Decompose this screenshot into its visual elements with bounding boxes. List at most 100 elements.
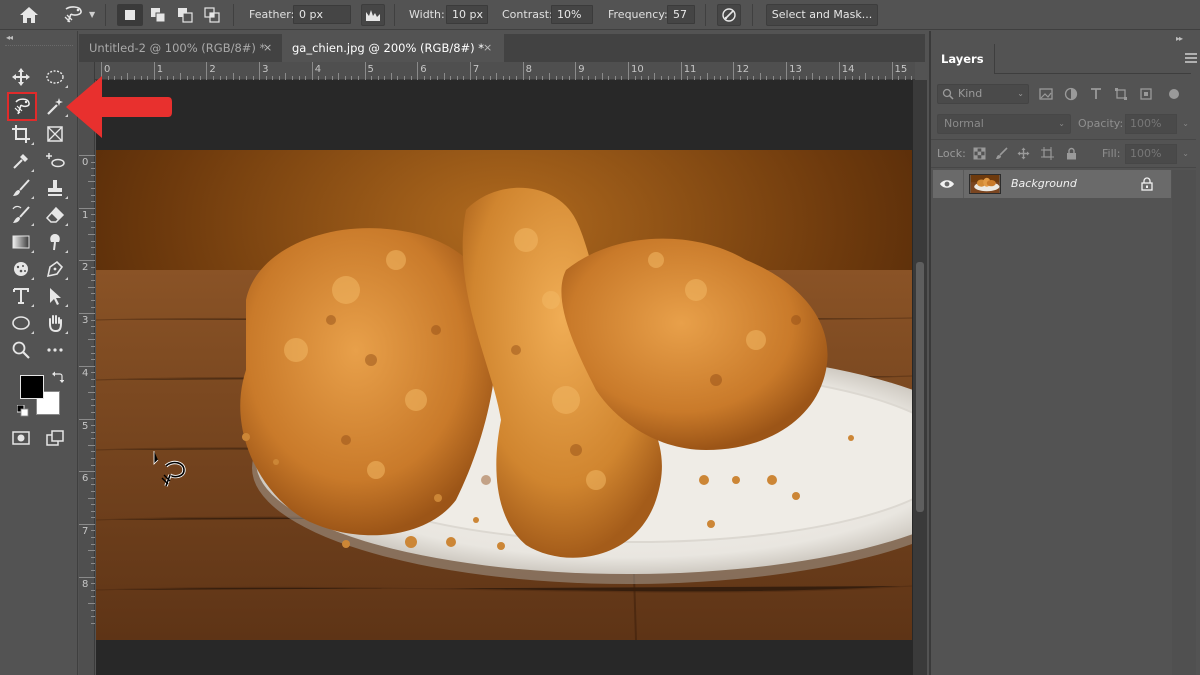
- ruler-subtick: [443, 73, 445, 80]
- horizontal-ruler[interactable]: 0 1 2 3 4 5 6 7 8 9 10 11 12 13 14 15: [95, 62, 915, 80]
- tab-untitled-2[interactable]: Untitled-2 @ 100% (RGB/8#) *: [79, 34, 281, 62]
- hand-tool-icon[interactable]: [42, 311, 68, 335]
- ruler-subtick: [496, 73, 498, 80]
- ruler-subtick: [707, 73, 709, 80]
- screen-mode-icon[interactable]: [42, 426, 68, 450]
- ruler-subtick: [91, 174, 95, 176]
- ruler-subtick: [390, 73, 392, 80]
- swap-colors-icon[interactable]: [52, 371, 65, 383]
- magnetic-lasso-tool-preset-icon[interactable]: [60, 4, 86, 26]
- smudge-tool-icon[interactable]: [42, 230, 68, 254]
- intersect-selection-button[interactable]: [199, 4, 225, 26]
- filter-kind-select[interactable]: Kind ⌄: [937, 84, 1029, 104]
- ruler-tick: [522, 62, 524, 80]
- ruler-subtick: [91, 543, 95, 545]
- pixel-layer-filter-icon[interactable]: [1038, 86, 1054, 102]
- ruler-label: 13: [789, 64, 802, 75]
- magnetic-lasso-tool-icon[interactable]: [7, 92, 37, 121]
- ruler-subtick: [88, 497, 95, 499]
- clone-stamp-tool-icon[interactable]: [42, 176, 68, 200]
- zoom-tool-icon[interactable]: [8, 338, 34, 362]
- ruler-subtick: [91, 517, 95, 519]
- annotation-arrow-icon: [66, 76, 172, 138]
- ruler-tick: [206, 62, 208, 80]
- ruler-label: 4: [314, 64, 322, 75]
- ellipse-tool-icon[interactable]: [8, 311, 34, 335]
- frequency-input[interactable]: 57: [667, 5, 695, 24]
- document-tab-bar: Untitled-2 @ 100% (RGB/8#) * × ga_chien.…: [79, 34, 925, 62]
- adjustment-layer-filter-icon[interactable]: [1063, 86, 1079, 102]
- layers-scrollbar[interactable]: [1172, 170, 1196, 675]
- ruler-label: 1: [82, 209, 89, 221]
- shape-layer-filter-icon[interactable]: [1113, 86, 1129, 102]
- blend-mode-select[interactable]: Normal ⌄: [937, 114, 1071, 134]
- foreground-color-swatch[interactable]: [20, 375, 44, 399]
- path-selection-tool-icon[interactable]: [42, 284, 68, 308]
- stylus-pressure-icon[interactable]: [717, 4, 741, 26]
- layer-row-background[interactable]: Background: [933, 170, 1171, 198]
- tab-ga-chien[interactable]: ga_chien.jpg @ 200% (RGB/8#) *: [282, 34, 504, 62]
- crop-tool-icon[interactable]: [8, 122, 34, 146]
- fried-chicken-photo[interactable]: [96, 150, 912, 640]
- gradient-tool-icon[interactable]: [8, 230, 34, 254]
- ruler-tick: [364, 62, 366, 80]
- edge-detection-icon[interactable]: [361, 4, 385, 26]
- type-layer-filter-icon[interactable]: [1088, 86, 1104, 102]
- contrast-input[interactable]: 10%: [551, 5, 593, 24]
- ruler-subtick: [91, 556, 95, 558]
- sponge-tool-icon[interactable]: [8, 257, 34, 281]
- ruler-subtick: [91, 451, 95, 453]
- collapse-panel-icon[interactable]: ◂◂: [6, 33, 13, 42]
- lock-position-icon[interactable]: [1015, 145, 1031, 161]
- ruler-subtick: [91, 168, 95, 170]
- lock-all-icon[interactable]: [1063, 145, 1079, 161]
- eraser-tool-icon[interactable]: [42, 203, 68, 227]
- feather-input[interactable]: 0 px: [293, 5, 351, 24]
- chevron-down-icon[interactable]: ▼: [89, 10, 95, 19]
- more-tools-icon[interactable]: [42, 338, 68, 362]
- brush-tool-icon[interactable]: [8, 176, 34, 200]
- ruler-subtick: [91, 490, 95, 492]
- quick-mask-icon[interactable]: [8, 426, 34, 450]
- smart-object-filter-icon[interactable]: [1138, 86, 1154, 102]
- width-input[interactable]: 10 px: [446, 5, 488, 24]
- close-tab-icon[interactable]: ×: [483, 34, 492, 62]
- lock-icon[interactable]: [1141, 177, 1153, 191]
- ruler-tick: [417, 62, 419, 80]
- lock-artboard-icon[interactable]: [1039, 145, 1055, 161]
- ruler-subtick: [91, 477, 95, 479]
- lock-transparent-pixels-icon[interactable]: [971, 145, 987, 161]
- vertical-ruler[interactable]: 0 1 2 3 4 5 6 7 8: [79, 62, 95, 675]
- home-icon[interactable]: [18, 5, 40, 25]
- scrollbar-thumb[interactable]: [916, 262, 924, 512]
- select-and-mask-button[interactable]: Select and Mask...: [766, 4, 878, 26]
- pen-tool-icon[interactable]: [42, 257, 68, 281]
- opacity-input[interactable]: 100% ⌄: [1125, 114, 1189, 134]
- fill-input[interactable]: 100% ⌄: [1125, 144, 1189, 164]
- lock-image-pixels-icon[interactable]: [993, 145, 1009, 161]
- collapse-dock-icon[interactable]: ▸▸: [1176, 34, 1183, 43]
- ruler-subtick: [91, 484, 95, 486]
- ruler-subtick: [88, 234, 95, 236]
- panel-divider[interactable]: [929, 31, 931, 675]
- subtract-from-selection-button[interactable]: [172, 4, 198, 26]
- ruler-subtick: [548, 73, 550, 80]
- content-aware-move-tool-icon[interactable]: [42, 149, 68, 173]
- panel-grip[interactable]: [5, 45, 73, 48]
- ruler-subtick: [91, 563, 95, 565]
- close-tab-icon[interactable]: ×: [263, 34, 272, 62]
- panel-menu-icon[interactable]: [1185, 52, 1197, 66]
- history-brush-tool-icon[interactable]: [8, 203, 34, 227]
- new-selection-button[interactable]: [117, 4, 143, 26]
- ruler-subtick: [91, 431, 95, 433]
- default-colors-icon[interactable]: [16, 404, 29, 417]
- add-to-selection-button[interactable]: [145, 4, 171, 26]
- filter-toggle-icon[interactable]: [1166, 86, 1182, 102]
- type-tool-icon[interactable]: [8, 284, 34, 308]
- ruler-subtick: [285, 73, 287, 80]
- eye-icon[interactable]: [939, 177, 955, 191]
- tab-layers[interactable]: Layers: [931, 44, 995, 74]
- eyedropper-tool-icon[interactable]: [8, 149, 34, 173]
- move-tool-icon[interactable]: [8, 65, 34, 89]
- divider: [963, 170, 964, 198]
